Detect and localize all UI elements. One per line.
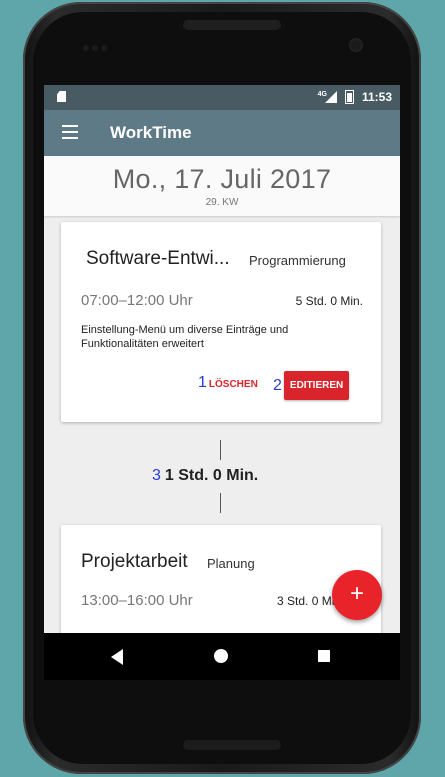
status-bar: 4G 11:53: [44, 85, 400, 110]
recent-apps-icon[interactable]: [318, 650, 330, 662]
break-connector-top: [220, 440, 221, 460]
entry-card[interactable]: Software-Entwi... Programmierung 07:00–1…: [61, 222, 381, 422]
sd-card-icon: [57, 91, 66, 102]
calendar-week: 29. KW: [205, 197, 239, 208]
entry-title: Projektarbeit: [81, 551, 188, 572]
delete-button[interactable]: 1 LÖSCHEN: [198, 374, 258, 392]
delete-button-label: LÖSCHEN: [208, 379, 258, 390]
front-camera-icon: [349, 38, 363, 52]
sensor-icon: [83, 38, 123, 51]
app-title: WorkTime: [110, 123, 192, 142]
entry-time: 07:00–12:00 Uhr: [81, 292, 193, 309]
annotation-number: 2: [273, 376, 282, 394]
entry-duration: 5 Std. 0 Min.: [295, 294, 363, 308]
entry-description: Einstellung-Menü um diverse Einträge und…: [81, 324, 289, 350]
entry-time: 13:00–16:00 Uhr: [81, 592, 193, 609]
status-icons: 4G 11:53: [318, 90, 392, 104]
app-bar: WorkTime: [44, 110, 400, 156]
annotation-number: 1: [198, 374, 207, 391]
edit-button-group: 2 EDITIEREN: [273, 371, 350, 400]
bottom-speaker-icon: [183, 740, 281, 750]
entry-category: Programmierung: [249, 253, 346, 268]
break-duration-label: 1 Std. 0 Min.: [164, 467, 259, 484]
edit-button[interactable]: EDITIEREN: [283, 371, 350, 400]
entry-category: Planung: [207, 556, 255, 571]
menu-icon[interactable]: [62, 125, 78, 139]
status-time: 11:53: [361, 90, 392, 104]
battery-icon: [344, 90, 354, 104]
home-icon[interactable]: [214, 649, 228, 663]
app-screen: 4G 11:53 WorkTime Mo., 17. Juli 2017 29.…: [44, 85, 400, 680]
current-date: Mo., 17. Juli 2017: [112, 164, 332, 194]
back-icon[interactable]: [111, 649, 123, 665]
add-entry-button[interactable]: +: [332, 570, 382, 620]
entry-title: Software-Entwi...: [86, 248, 230, 269]
navigation-bar: [44, 633, 400, 680]
speaker-icon: [183, 20, 281, 30]
break-connector-bottom: [220, 493, 221, 513]
annotation-number: 3: [152, 467, 161, 484]
date-header: Mo., 17. Juli 2017 29. KW: [44, 156, 400, 216]
break-duration: 3 1 Std. 0 Min.: [152, 467, 258, 485]
signal-icon: [324, 91, 337, 103]
